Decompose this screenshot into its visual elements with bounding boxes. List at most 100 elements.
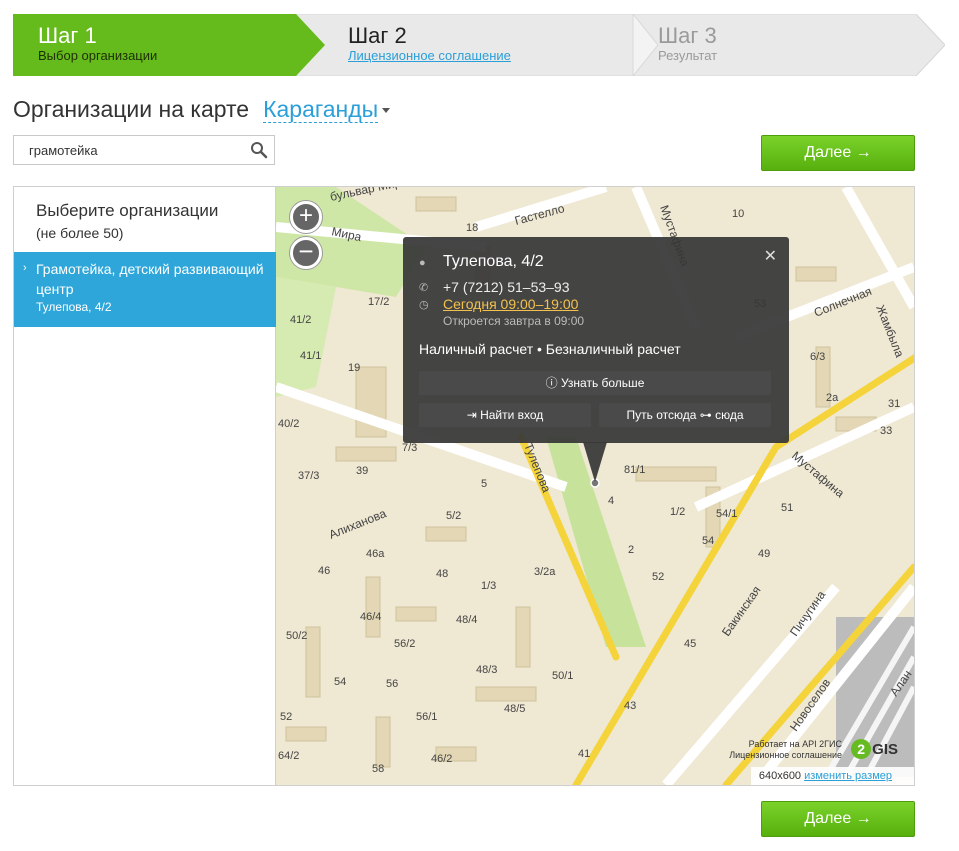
clock-icon: ◷ [419, 299, 429, 311]
learn-more-label: Узнать больше [560, 376, 645, 390]
building-number: 39 [356, 465, 368, 477]
building-number: 45 [684, 638, 696, 650]
building-number: 50/1 [552, 670, 573, 682]
building-number: 33 [880, 425, 892, 437]
2gis-logo-text: GIS [872, 741, 898, 758]
route-from-label[interactable]: Путь отсюда [627, 408, 697, 422]
org-list-item[interactable]: › Грамотейка, детский развивающий центр … [14, 252, 276, 327]
attribution-license[interactable]: Лицензионное соглашение [729, 750, 842, 761]
zoom-out-button[interactable]: − [290, 237, 322, 269]
popup-address: Тулепова, 4/2 [443, 253, 544, 270]
building-number: 54 [334, 676, 346, 688]
building-number: 50/2 [286, 630, 307, 642]
building-number: 58 [372, 763, 384, 775]
building-number: 48/5 [504, 703, 525, 715]
search-box [13, 135, 275, 165]
map-size: 640x600 [758, 770, 802, 782]
page-title: Организации на карте Караганды [13, 96, 391, 123]
building-number: 48/4 [456, 614, 477, 626]
building-number: 81/1 [624, 464, 645, 476]
next-button-top[interactable]: Далее → [761, 135, 915, 171]
building-number: 52 [652, 571, 664, 583]
map-attribution: Работает на API 2ГИС Лицензионное соглаш… [729, 739, 842, 761]
page-title-text: Организации на карте [13, 96, 250, 122]
building-number: 56 [386, 678, 398, 690]
building-number: 1/3 [481, 580, 496, 592]
building-number: 41/1 [300, 350, 321, 362]
org-name: Грамотейка, детский развивающий центр [36, 261, 264, 297]
step-2: Шаг 2 Лицензионное соглашение [348, 14, 511, 76]
building-number: 3/2а [534, 566, 556, 578]
search-input[interactable] [14, 136, 234, 164]
building-number: 7/3 [402, 442, 417, 454]
popup-hours[interactable]: Сегодня 09:00–19:00 [443, 296, 578, 312]
map[interactable]: бульвар Мира Мира Гастелло Мустафина Сол… [276, 187, 914, 785]
learn-more-button[interactable]: ⓘ Узнать больше [419, 371, 771, 395]
building-number: 46/4 [360, 611, 381, 623]
building-number: 41 [578, 748, 590, 760]
route-icon: ⊶ [699, 408, 716, 422]
building-number: 46/2 [431, 753, 452, 765]
location-pin-icon: ● [419, 257, 426, 269]
2gis-logo-mark: 2 [851, 739, 872, 759]
org-address: Тулепова, 4/2 [36, 300, 112, 314]
chevron-right-icon: › [23, 262, 27, 274]
phone-icon: ✆ [419, 282, 429, 294]
chevron-down-icon[interactable] [382, 108, 391, 114]
building-number: 41/2 [290, 314, 311, 326]
main-panel: Выберите организации (не более 50) › Гра… [13, 186, 915, 786]
building-number: 31 [888, 398, 900, 410]
org-sidebar: Выберите организации (не более 50) › Гра… [14, 187, 276, 785]
building-number: 6/3 [810, 351, 825, 363]
step-3-label: Результат [658, 48, 718, 63]
step-3: Шаг 3 Результат [658, 14, 717, 76]
zoom-in-button[interactable]: + [290, 201, 322, 233]
building-number: 54/1 [716, 508, 737, 520]
info-icon: ⓘ [545, 376, 561, 390]
popup-payment: Наличный расчет • Безналичный расчет [419, 341, 681, 357]
building-number: 64/2 [278, 750, 299, 762]
building-number: 49 [758, 548, 770, 560]
city-selector[interactable]: Караганды [263, 96, 379, 123]
popup-phone: +7 (7212) 51–53–93 [443, 279, 570, 295]
building-number: 46а [366, 548, 385, 560]
resize-link[interactable]: изменить размер [804, 770, 892, 782]
attribution-api: Работает на API 2ГИС [748, 739, 842, 749]
find-entrance-label: Найти вход [480, 408, 544, 422]
building-number: 5 [481, 478, 487, 490]
step-2-number: Шаг 2 [348, 23, 407, 48]
step-1: Шаг 1 Выбор организации [38, 14, 157, 76]
step-1-label: Выбор организации [38, 48, 158, 63]
2gis-logo: 2 GIS [851, 739, 898, 759]
building-number: 18 [466, 222, 478, 234]
building-number: 2 [628, 544, 634, 556]
search-icon[interactable] [250, 141, 268, 159]
building-number: 4 [608, 495, 614, 507]
steps-bar: Шаг 1 Выбор организации Шаг 2 Лицензионн… [13, 14, 945, 76]
building-number: 40/2 [278, 418, 299, 430]
next-button-bottom[interactable]: Далее → [761, 801, 915, 837]
building-number: 43 [624, 700, 636, 712]
route-to-label[interactable]: сюда [715, 408, 743, 422]
building-number: 37/3 [298, 470, 319, 482]
find-entrance-button[interactable]: ⇥ Найти вход [419, 403, 591, 427]
popup-next-open: Откроется завтра в 09:00 [443, 314, 585, 328]
building-number: 51 [781, 502, 793, 514]
step-2-link[interactable]: Лицензионное соглашение [348, 48, 511, 64]
building-number: 2а [826, 392, 839, 404]
route-buttons[interactable]: Путь отсюда ⊶ сюда [599, 403, 771, 427]
step-3-number: Шаг 3 [658, 23, 717, 48]
building-number: 1/2 [670, 506, 685, 518]
sidebar-heading: Выберите организации [36, 201, 219, 220]
building-number: 19 [348, 362, 360, 374]
building-number: 46 [318, 565, 330, 577]
sidebar-limit: (не более 50) [36, 225, 124, 241]
building-number: 48/3 [476, 664, 497, 676]
map-size-bar: 640x600 изменить размер [750, 767, 914, 785]
building-number: 56/2 [394, 638, 415, 650]
popup-tail [583, 442, 607, 482]
org-popup: ✕ ● Тулепова, 4/2 ✆ +7 (7212) 51–53–93 ◷… [403, 237, 789, 482]
close-icon[interactable]: ✕ [764, 246, 777, 266]
building-number: 10 [732, 208, 744, 220]
building-number: 5/2 [446, 510, 461, 522]
